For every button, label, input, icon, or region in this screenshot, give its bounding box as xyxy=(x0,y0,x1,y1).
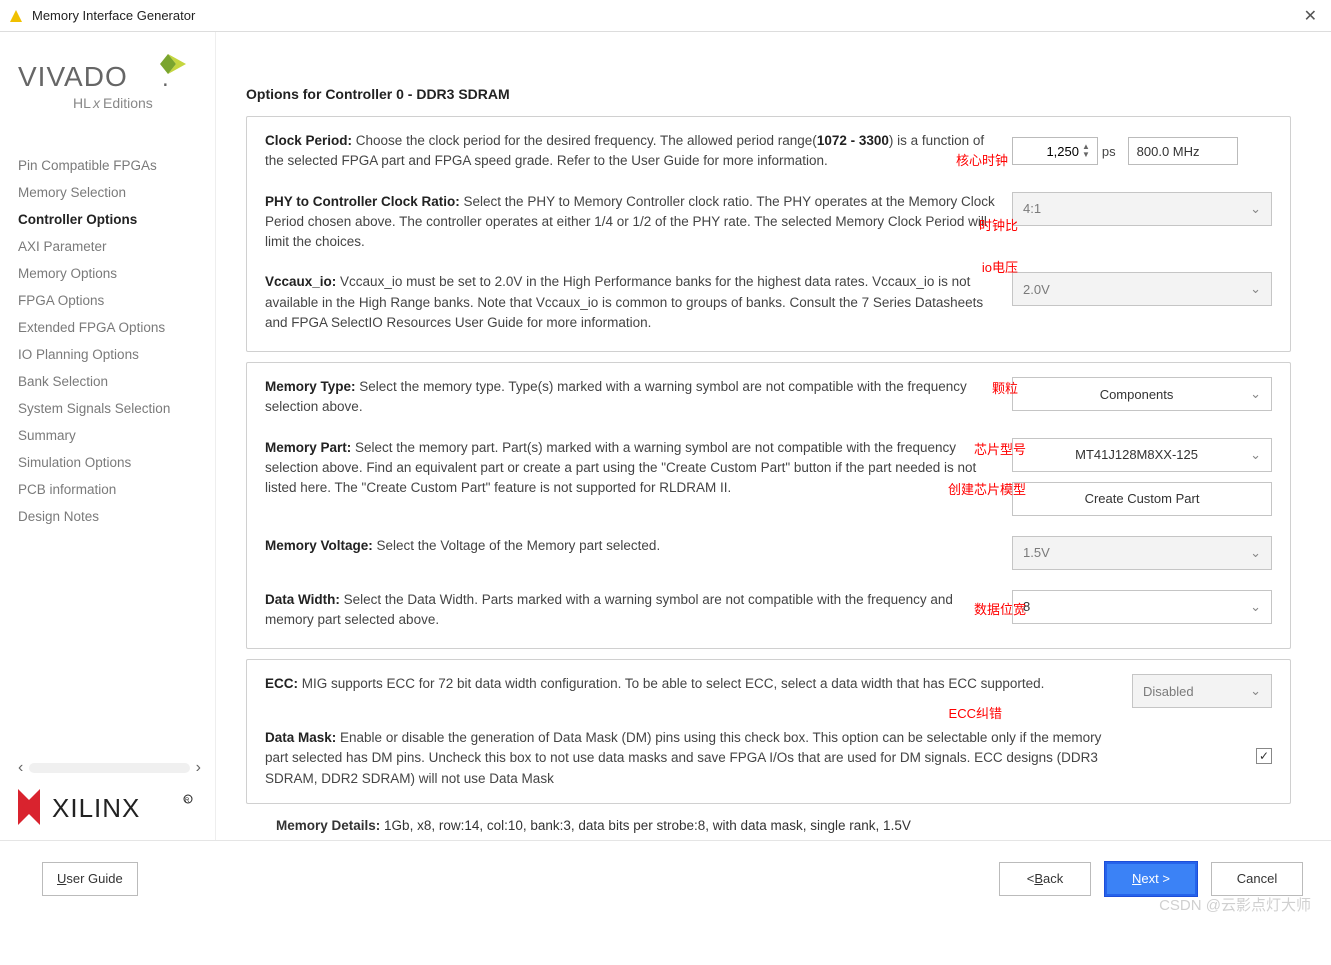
anno-vccaux: io电压 xyxy=(982,258,1018,278)
nav-extended-fpga[interactable]: Extended FPGA Options xyxy=(18,314,215,341)
memtype-value: Components xyxy=(1100,387,1174,402)
nav-pin-compatible[interactable]: Pin Compatible FPGAs xyxy=(18,152,215,179)
datawidth-desc: Data Width: Select the Data Width. Parts… xyxy=(265,590,1012,631)
panel-clock-vccaux: Clock Period: Choose the clock period fo… xyxy=(246,116,1291,352)
ratio-select[interactable]: 4:1 ⌄ xyxy=(1012,192,1272,226)
svg-text:XILINX: XILINX xyxy=(52,793,140,823)
nav-system-signals[interactable]: System Signals Selection xyxy=(18,395,215,422)
memvolt-value: 1.5V xyxy=(1023,545,1050,560)
back-button[interactable]: < Back xyxy=(999,862,1091,896)
anno-custom-part: 创建芯片模型 xyxy=(948,480,1026,500)
next-button[interactable]: Next > xyxy=(1105,862,1197,896)
scroll-track[interactable] xyxy=(29,763,189,773)
chevron-down-icon: ⌄ xyxy=(1250,281,1261,297)
svg-text:HL: HL xyxy=(73,95,91,111)
close-icon[interactable]: ✕ xyxy=(1298,6,1323,26)
chevron-down-icon: ⌄ xyxy=(1250,201,1261,217)
memvolt-desc: Memory Voltage: Select the Voltage of th… xyxy=(265,536,1012,570)
page-title: Options for Controller 0 - DDR3 SDRAM xyxy=(246,86,1301,102)
datamask-desc: Data Mask: Enable or disable the generat… xyxy=(265,728,1132,789)
memvolt-select[interactable]: 1.5V ⌄ xyxy=(1012,536,1272,570)
vccaux-select[interactable]: 2.0V ⌄ xyxy=(1012,272,1272,306)
nav-io-planning[interactable]: IO Planning Options xyxy=(18,341,215,368)
window-title: Memory Interface Generator xyxy=(32,8,1298,23)
scroll-left-icon[interactable]: ‹ xyxy=(18,759,23,777)
memory-details: Memory Details: 1Gb, x8, row:14, col:10,… xyxy=(246,806,1301,840)
xilinx-logo: XILINX R xyxy=(18,783,215,830)
chevron-down-icon: ⌄ xyxy=(1250,599,1261,615)
nav-fpga-options[interactable]: FPGA Options xyxy=(18,287,215,314)
chevron-down-icon: ⌄ xyxy=(1250,545,1261,561)
anno-ecc: ECC纠错 xyxy=(949,704,1002,724)
memtype-desc: Memory Type: Select the memory type. Typ… xyxy=(265,377,1012,418)
panel-memory: Memory Type: Select the memory type. Typ… xyxy=(246,362,1291,649)
memtype-select[interactable]: Components ⌄ xyxy=(1012,377,1272,411)
datawidth-select[interactable]: 8 ⌄ xyxy=(1012,590,1272,624)
footer: User Guide < Back Next > Cancel xyxy=(0,840,1331,916)
nav-bank-selection[interactable]: Bank Selection xyxy=(18,368,215,395)
options-scroll[interactable]: Clock Period: Choose the clock period fo… xyxy=(246,116,1301,806)
vccaux-desc: Vccaux_io: Vccaux_io must be set to 2.0V… xyxy=(265,272,1012,333)
ecc-select[interactable]: Disabled ⌄ xyxy=(1132,674,1272,708)
anno-memtype: 颗粒 xyxy=(992,379,1018,399)
cancel-button[interactable]: Cancel xyxy=(1211,862,1303,896)
nav-controller-options[interactable]: Controller Options xyxy=(18,206,215,233)
nav-memory-selection[interactable]: Memory Selection xyxy=(18,179,215,206)
clock-period-controls: ▲▼ ps 800.0 MHz xyxy=(1012,131,1272,172)
create-custom-part-button[interactable]: Create Custom Part xyxy=(1012,482,1272,516)
scroll-right-icon[interactable]: › xyxy=(196,759,201,777)
anno-mempart: 芯片型号 xyxy=(974,440,1026,460)
nav-memory-options[interactable]: Memory Options xyxy=(18,260,215,287)
panel-ecc-mask: ECC: MIG supports ECC for 72 bit data wi… xyxy=(246,659,1291,804)
clock-unit: ps xyxy=(1102,144,1116,159)
ecc-desc: ECC: MIG supports ECC for 72 bit data wi… xyxy=(265,674,1132,708)
spinner-arrows-icon[interactable]: ▲▼ xyxy=(1082,143,1090,159)
nav-pcb-info[interactable]: PCB information xyxy=(18,476,215,503)
svg-text:R: R xyxy=(185,798,190,804)
mempart-desc: Memory Part: Select the memory part. Par… xyxy=(265,438,1012,516)
mempart-value: MT41J128M8XX-125 xyxy=(1075,447,1198,462)
nav-summary[interactable]: Summary xyxy=(18,422,215,449)
vccaux-value: 2.0V xyxy=(1023,282,1050,297)
anno-ratio: 时钟比 xyxy=(979,216,1018,236)
anno-datawidth: 数据位宽 xyxy=(974,600,1026,620)
ratio-value: 4:1 xyxy=(1023,201,1041,216)
nav-list: Pin Compatible FPGAs Memory Selection Co… xyxy=(18,152,215,755)
ecc-value: Disabled xyxy=(1143,684,1194,699)
user-guide-button[interactable]: User Guide xyxy=(42,862,138,896)
sidebar-scrollbar[interactable]: ‹ › xyxy=(18,759,215,777)
sidebar: VIVADO . HL x Editions Pin Compatible FP… xyxy=(0,32,216,840)
svg-text:Editions: Editions xyxy=(103,95,153,111)
chevron-down-icon: ⌄ xyxy=(1250,447,1261,463)
nav-axi-parameter[interactable]: AXI Parameter xyxy=(18,233,215,260)
nav-simulation-options[interactable]: Simulation Options xyxy=(18,449,215,476)
chevron-down-icon: ⌄ xyxy=(1250,386,1261,402)
content: Options for Controller 0 - DDR3 SDRAM Cl… xyxy=(216,32,1331,840)
clock-period-spinner[interactable]: ▲▼ xyxy=(1012,137,1090,165)
mempart-select[interactable]: MT41J128M8XX-125 ⌄ xyxy=(1012,438,1272,472)
clock-period-desc: Clock Period: Choose the clock period fo… xyxy=(265,131,1012,172)
chevron-down-icon: ⌄ xyxy=(1250,683,1261,699)
svg-text:x: x xyxy=(92,95,101,111)
anno-clock: 核心时钟 xyxy=(956,151,1008,171)
vivado-logo: VIVADO . HL x Editions xyxy=(18,46,215,126)
clock-freq-readout: 800.0 MHz xyxy=(1128,137,1238,165)
ratio-desc: PHY to Controller Clock Ratio: Select th… xyxy=(265,192,1012,253)
nav-design-notes[interactable]: Design Notes xyxy=(18,503,215,530)
app-icon xyxy=(8,8,24,24)
titlebar: Memory Interface Generator ✕ xyxy=(0,0,1331,32)
svg-text:VIVADO: VIVADO xyxy=(18,61,128,92)
datamask-checkbox[interactable]: ✓ xyxy=(1256,748,1272,764)
